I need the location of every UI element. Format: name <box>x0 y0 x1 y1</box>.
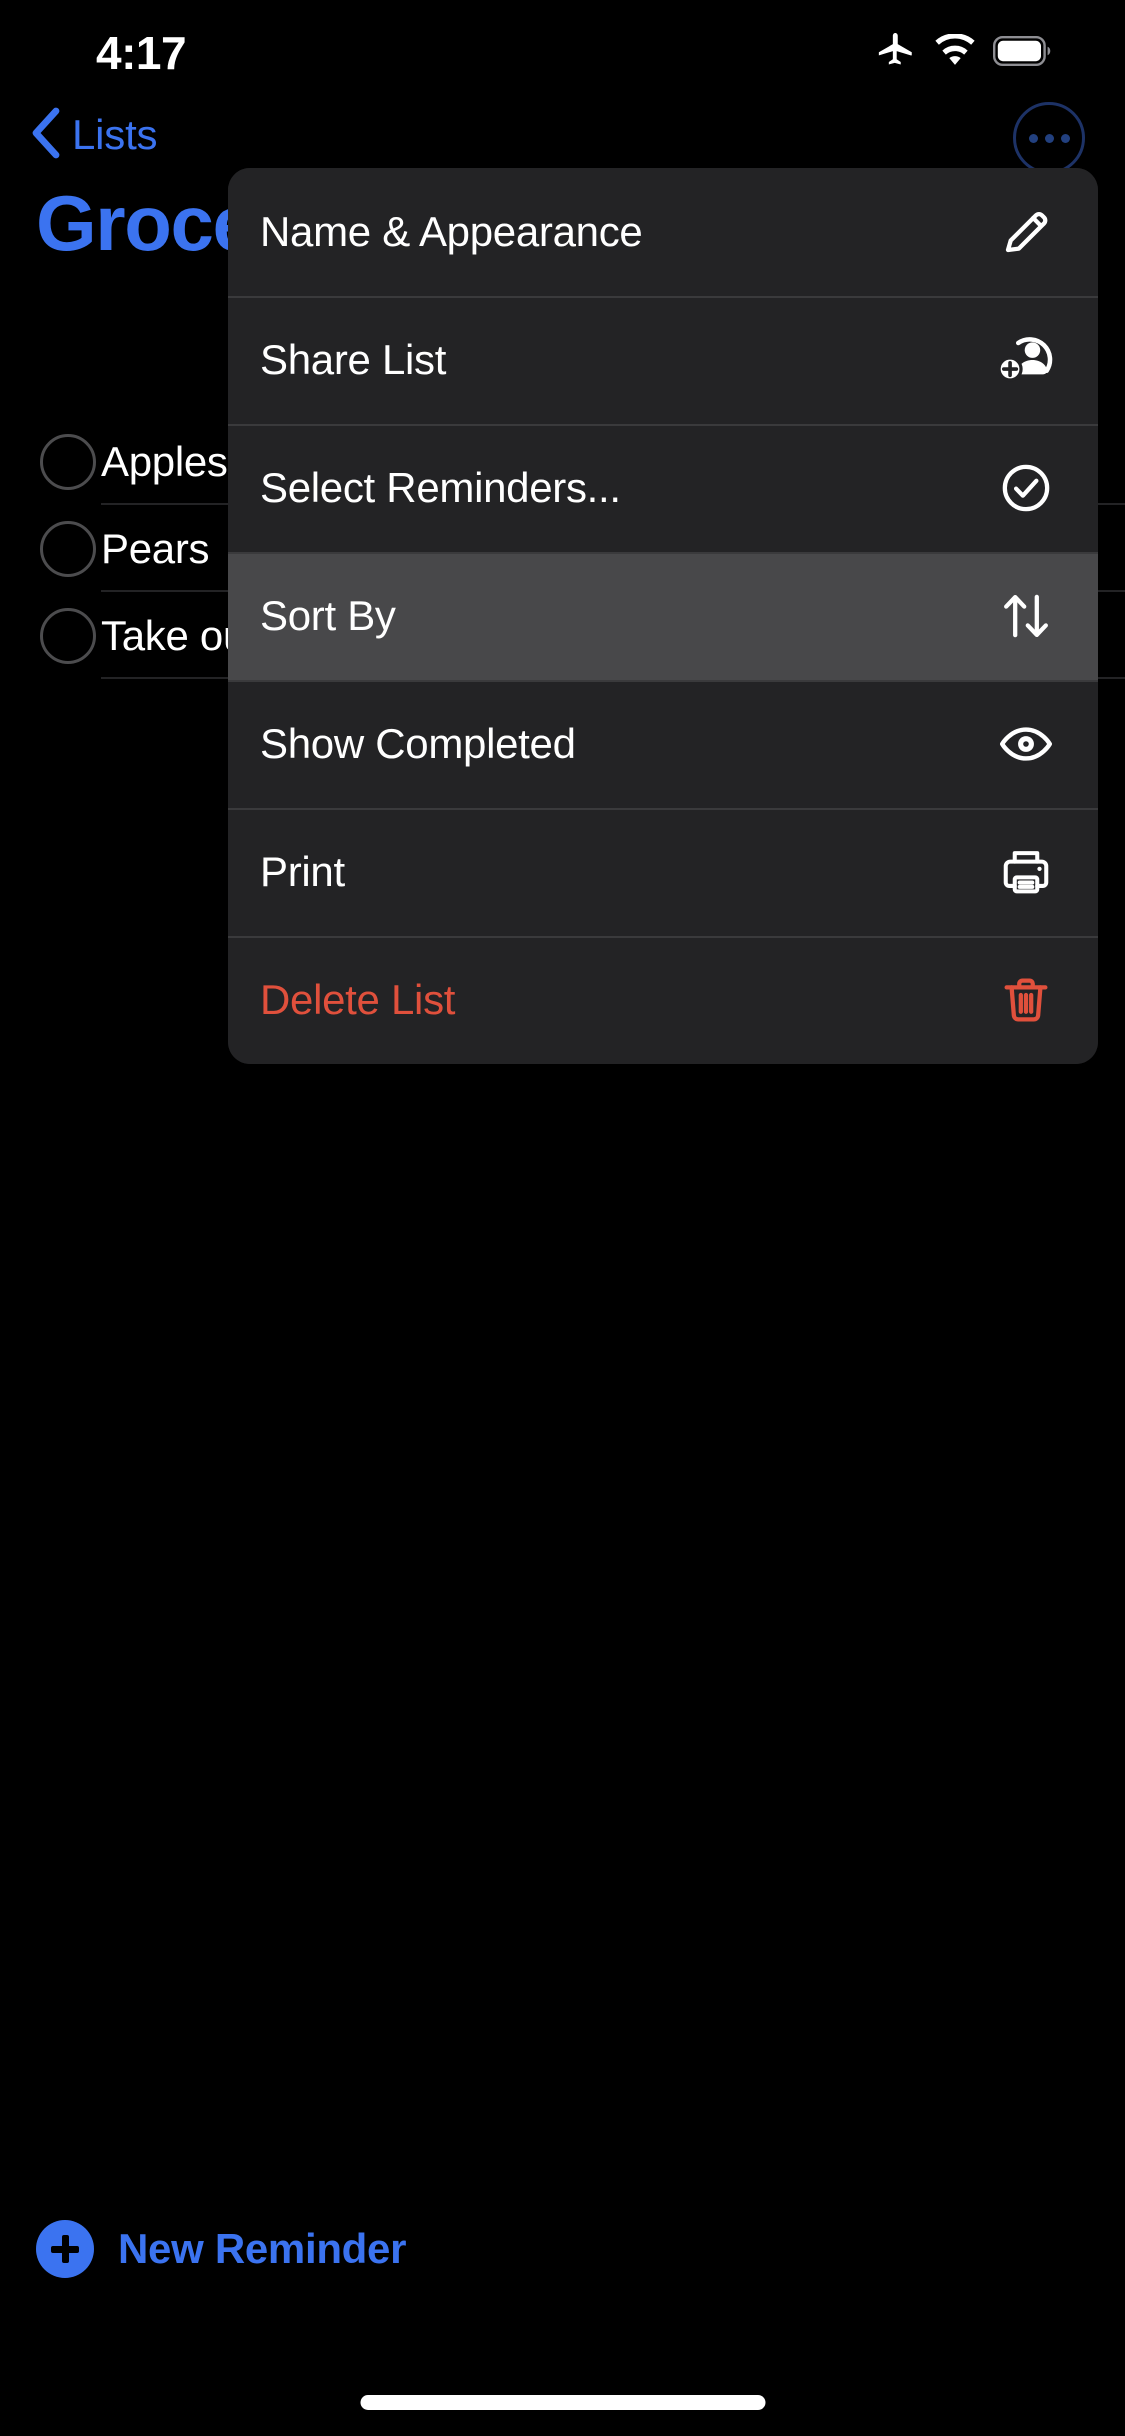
eye-icon <box>996 714 1056 774</box>
status-bar-time: 4:17 <box>96 27 187 79</box>
menu-item-name-and-appearance[interactable]: Name & Appearance <box>228 168 1098 296</box>
menu-item-delete-list[interactable]: Delete List <box>228 936 1098 1064</box>
plus-circle-icon <box>36 2220 94 2278</box>
menu-item-label: Show Completed <box>260 720 576 767</box>
arrow-up-arrow-down-icon <box>996 586 1056 646</box>
reminder-checkbox[interactable] <box>40 607 96 664</box>
menu-item-print[interactable]: Print <box>228 808 1098 936</box>
back-button[interactable]: Lists <box>30 96 158 174</box>
ellipsis-dot <box>1044 133 1054 143</box>
menu-item-label: Print <box>260 848 345 895</box>
more-options-button[interactable] <box>1013 102 1085 174</box>
person-badge-plus-icon <box>996 330 1056 390</box>
menu-item-show-completed[interactable]: Show Completed <box>228 680 1098 808</box>
trash-icon <box>996 970 1056 1030</box>
navigation-bar: Lists <box>0 96 1125 174</box>
ellipsis-dot <box>1028 133 1038 143</box>
reminder-title: Apples <box>101 437 228 485</box>
new-reminder-button[interactable]: New Reminder <box>36 2220 406 2278</box>
menu-item-label: Share List <box>260 336 447 383</box>
printer-icon <box>996 842 1056 902</box>
chevron-left-icon <box>30 107 62 164</box>
menu-item-label: Sort By <box>260 592 396 639</box>
status-bar-icons <box>875 30 1053 77</box>
wifi-icon <box>933 33 977 73</box>
home-indicator[interactable] <box>360 2395 765 2410</box>
list-options-context-menu: Name & Appearance Share List Select Remi… <box>228 168 1098 1064</box>
ellipsis-dot <box>1060 133 1070 143</box>
menu-item-label: Delete List <box>260 976 456 1023</box>
status-bar: 4:17 <box>0 0 1125 96</box>
menu-item-share-list[interactable]: Share List <box>228 296 1098 424</box>
reminder-checkbox[interactable] <box>40 520 96 577</box>
menu-item-label: Select Reminders... <box>260 464 621 511</box>
menu-item-sort-by[interactable]: Sort By <box>228 552 1098 680</box>
battery-icon <box>993 36 1053 71</box>
checkmark-circle-icon <box>996 458 1056 518</box>
reminder-checkbox[interactable] <box>40 433 96 490</box>
back-button-label: Lists <box>72 111 158 158</box>
menu-item-label: Name & Appearance <box>260 208 643 255</box>
pencil-icon <box>996 202 1056 262</box>
new-reminder-label: New Reminder <box>118 2225 407 2272</box>
reminder-title: Pears <box>101 524 210 572</box>
menu-item-select-reminders[interactable]: Select Reminders... <box>228 424 1098 552</box>
airplane-mode-icon <box>875 30 917 77</box>
